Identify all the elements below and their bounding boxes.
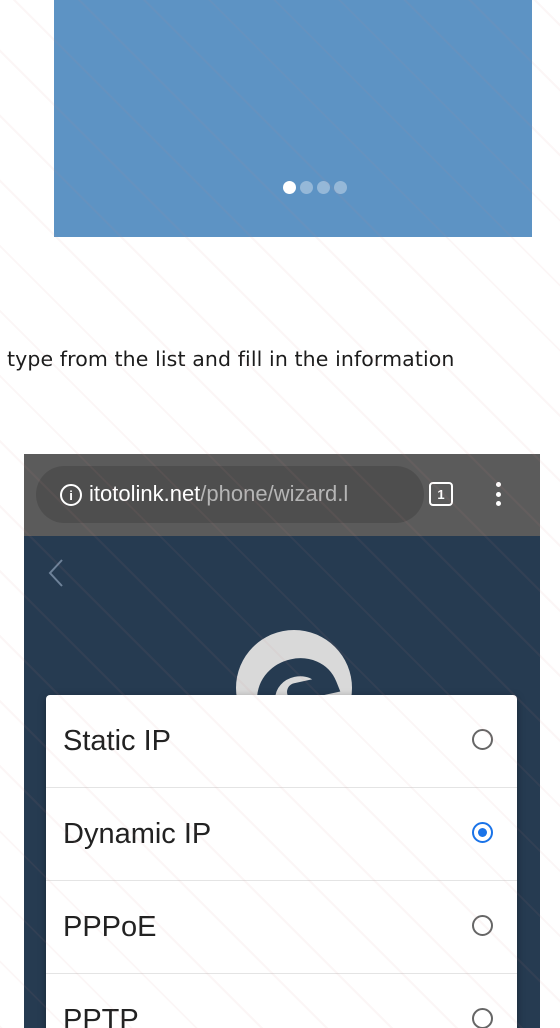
carousel-dot-3[interactable]: [317, 180, 330, 194]
radio-button-selected[interactable]: [472, 822, 493, 843]
url-domain: itotolink.net: [89, 481, 201, 506]
option-label: PPTP: [63, 1004, 139, 1028]
option-static-ip[interactable]: Static IP: [46, 695, 517, 788]
carousel-pagination: [283, 180, 347, 194]
address-bar[interactable]: i itotolink.net/phone/wizard.l: [36, 466, 424, 523]
option-pptp[interactable]: PPTP: [46, 974, 517, 1028]
info-icon[interactable]: i: [60, 484, 82, 506]
carousel-dot-4[interactable]: [334, 180, 347, 194]
chevron-left-icon[interactable]: [44, 556, 68, 590]
option-label: PPPoE: [63, 911, 157, 943]
url-text[interactable]: itotolink.net/phone/wizard.l: [89, 481, 419, 507]
page: type from the list and fill in the infor…: [0, 0, 560, 1028]
tab-switcher-icon[interactable]: 1: [429, 482, 453, 506]
carousel-dot-1[interactable]: [283, 180, 296, 194]
option-label: Static IP: [63, 725, 171, 757]
radio-button[interactable]: [472, 1008, 493, 1028]
radio-button[interactable]: [472, 915, 493, 936]
connection-type-dialog: Static IP Dynamic IP PPPoE PPTP: [46, 695, 517, 1028]
phone-screenshot: i itotolink.net/phone/wizard.l 1 Static …: [24, 454, 540, 1028]
instruction-text: type from the list and fill in the infor…: [7, 347, 455, 371]
carousel-banner[interactable]: [54, 0, 532, 237]
option-pppoe[interactable]: PPPoE: [46, 881, 517, 974]
option-label: Dynamic IP: [63, 818, 212, 850]
browser-toolbar: i itotolink.net/phone/wizard.l 1: [24, 454, 540, 536]
carousel-dot-2[interactable]: [300, 180, 313, 194]
more-vertical-icon[interactable]: [486, 482, 510, 506]
option-dynamic-ip[interactable]: Dynamic IP: [46, 788, 517, 881]
url-path: /phone/wizard.l: [200, 481, 349, 506]
radio-button[interactable]: [472, 729, 493, 750]
